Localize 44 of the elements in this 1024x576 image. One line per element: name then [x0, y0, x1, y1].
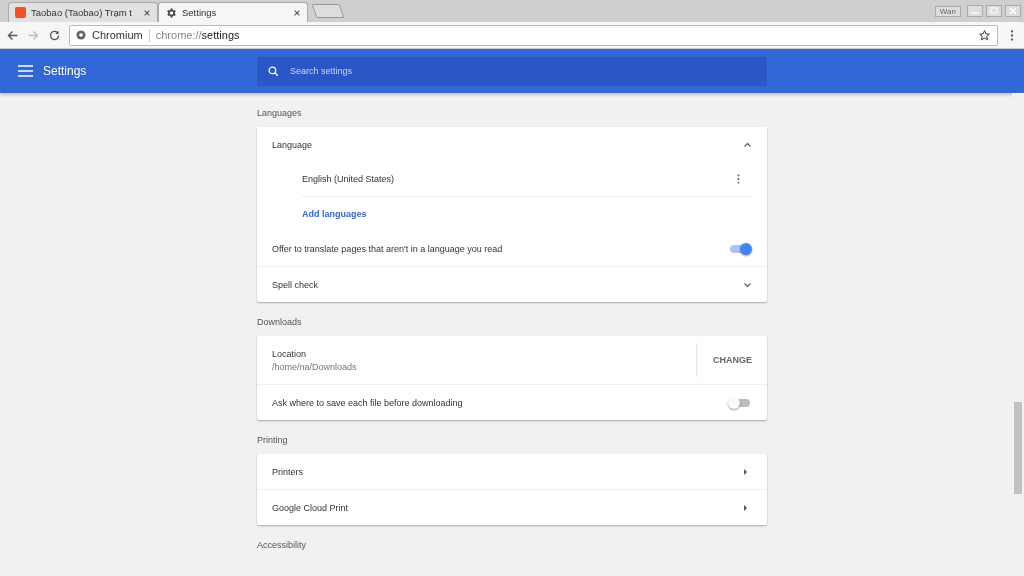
- settings-icon: [165, 6, 177, 19]
- close-icon[interactable]: [293, 8, 301, 17]
- change-button[interactable]: CHANGE: [697, 349, 752, 371]
- browser-tab[interactable]: Taobao (Taobao) Trạm t: [8, 2, 158, 22]
- profile-button[interactable]: Wan: [934, 6, 961, 17]
- tab-title: Settings: [182, 7, 218, 18]
- address-bar[interactable]: Chromium chrome://settings: [69, 24, 998, 46]
- more-icon[interactable]: [737, 174, 740, 184]
- scrollbar-thumb[interactable]: [1014, 402, 1022, 494]
- site-name: Chromium: [92, 29, 143, 41]
- folder-path: /home/na/Downloads: [272, 361, 358, 372]
- language-name: English (United States): [302, 174, 396, 184]
- page-title: Settings: [43, 64, 87, 78]
- toggle-switch[interactable]: [730, 244, 750, 253]
- setting-label: Offer to translate pages that aren't in a language you read: [272, 243, 504, 254]
- setting-label: Printers: [272, 466, 304, 477]
- reload-icon[interactable]: [48, 28, 61, 42]
- back-icon[interactable]: [6, 28, 19, 42]
- setting-label: Google Cloud Print: [272, 502, 350, 513]
- bookmark-star-icon[interactable]: [978, 28, 991, 42]
- chevron-icon[interactable]: [743, 281, 752, 288]
- arrow-right-icon[interactable]: [743, 504, 748, 511]
- shop-icon: [15, 7, 26, 18]
- search-field[interactable]: Search settings: [257, 56, 767, 86]
- add-languages-link[interactable]: Add languages: [302, 209, 367, 219]
- arrow-right-icon[interactable]: [743, 468, 748, 475]
- section-heading: Languages: [257, 107, 303, 120]
- setting-label: Location: [272, 348, 308, 359]
- close-icon[interactable]: [143, 8, 151, 17]
- chevron-icon[interactable]: [743, 141, 752, 148]
- chromium-icon: [76, 30, 86, 40]
- section-heading: Accessibility: [257, 539, 307, 552]
- section-heading: Printing: [257, 434, 289, 447]
- setting-label: Ask where to save each file before downloading: [272, 397, 464, 408]
- setting-label: Language: [272, 139, 314, 150]
- search-icon: [267, 64, 280, 78]
- url-text: chrome://settings: [155, 29, 240, 41]
- menu-icon[interactable]: [18, 65, 33, 77]
- section-heading: Downloads: [257, 316, 303, 329]
- menu-icon[interactable]: [1010, 28, 1014, 42]
- browser-tab[interactable]: Settings: [158, 2, 308, 22]
- tab-title: Taobao (Taobao) Trạm t: [31, 7, 133, 18]
- toggle-switch[interactable]: [730, 398, 750, 407]
- setting-label: Spell check: [272, 279, 320, 290]
